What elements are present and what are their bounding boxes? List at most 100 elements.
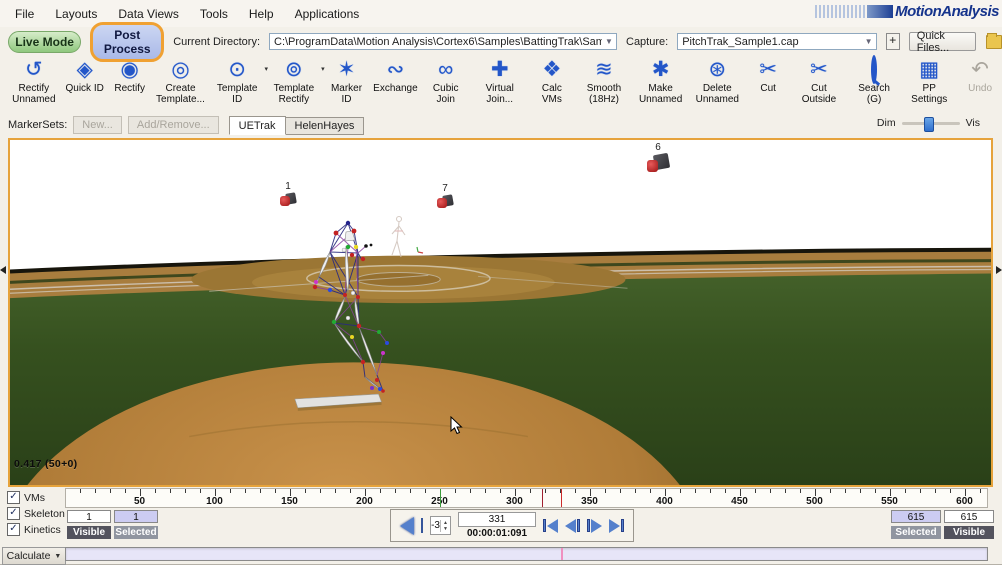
ruler-tick: [455, 489, 456, 493]
toolbar-template-id-button[interactable]: ⊙Template ID: [209, 56, 265, 106]
toolbar-rectify-button[interactable]: ◉Rectify: [108, 56, 152, 95]
range-end-field[interactable]: 615: [944, 510, 994, 523]
camera-icon: [280, 193, 296, 206]
live-mode-button[interactable]: Live Mode: [8, 31, 81, 53]
camera-7[interactable]: 7: [437, 184, 453, 208]
ruler-tick: [485, 489, 486, 493]
skeleton-checkbox[interactable]: ✓: [7, 507, 20, 520]
last-frame-button[interactable]: [609, 519, 624, 533]
toolbar-calc-vms-button[interactable]: ❖Calc VMs: [529, 56, 576, 106]
toolbar-make-unnamed-button[interactable]: ✱Make Unnamed: [633, 56, 689, 106]
toolbar-item-label: Smooth (18Hz): [578, 83, 630, 105]
toolbar-cut-button[interactable]: ✂Cut: [746, 56, 790, 95]
tab-helenhayes[interactable]: HelenHayes: [286, 117, 365, 135]
ruler-label: 100: [206, 496, 223, 507]
ruler-tick: [125, 489, 126, 493]
toolbar-create-template-button[interactable]: ◎Create Template...: [153, 56, 209, 106]
add-capture-button[interactable]: +: [886, 33, 900, 50]
camera-6[interactable]: 6: [647, 143, 669, 172]
step-back-button[interactable]: [565, 519, 580, 533]
current-directory-value: C:\ProgramData\Motion Analysis\Cortex6\S…: [274, 36, 602, 48]
dim-slider-thumb[interactable]: [924, 117, 934, 132]
toolbar-exchange-button[interactable]: ∾Exchange: [371, 56, 419, 95]
toolbar-smooth-button[interactable]: ≋Smooth (18Hz): [576, 56, 632, 106]
ruler-tick: [380, 489, 381, 493]
toolbar-cut-outside-button[interactable]: ✂Cut Outside: [791, 56, 847, 106]
ruler-tick: [575, 489, 576, 493]
toolbar-item-label: Cut Outside: [793, 83, 845, 105]
speed-spinner[interactable]: -3 ▲▼: [430, 516, 451, 535]
frame-ruler[interactable]: 50100150200250300350400450500550600: [65, 488, 988, 508]
capture-value: PitchTrak_Sample1.cap: [682, 36, 861, 48]
ruler-tick: [740, 489, 741, 496]
current-frame-field[interactable]: 331: [458, 512, 536, 527]
chevron-down-icon[interactable]: ▼: [862, 37, 876, 46]
ruler-tick: [935, 489, 936, 493]
visible-start-button[interactable]: Visible: [67, 526, 111, 539]
step-forward-button[interactable]: [587, 519, 602, 533]
toolbar-item-label: Virtual Join...: [474, 83, 526, 105]
selected-start-field[interactable]: 1: [114, 510, 158, 523]
ruler-tick: [320, 489, 321, 493]
menu-item-help[interactable]: Help: [249, 7, 274, 21]
viewport-pan-left-icon[interactable]: [0, 266, 6, 274]
logo-bar-pattern: [867, 5, 893, 18]
capture-combo[interactable]: PitchTrak_Sample1.cap ▼: [677, 33, 876, 50]
ruler-label: 550: [881, 496, 898, 507]
current-directory-combo[interactable]: C:\ProgramData\Motion Analysis\Cortex6\S…: [269, 33, 617, 50]
skeleton-checkbox-row: ✓ Skeleton: [7, 507, 65, 520]
vms-checkbox[interactable]: ✓: [7, 491, 20, 504]
toolbar-quick-id-button[interactable]: ◈Quick ID: [63, 56, 107, 95]
toolbar-virtual-join-button[interactable]: ✚Virtual Join...: [472, 56, 528, 106]
ruler-tick: [245, 489, 246, 493]
menu-item-data-views[interactable]: Data Views: [118, 7, 178, 21]
toolbar-cubic-join-button[interactable]: ∞Cubic Join: [421, 56, 471, 106]
toolbar-search-button[interactable]: Search (G): [848, 56, 901, 106]
toolbar-template-rectify-button[interactable]: ⊚Template Rectify: [266, 56, 322, 106]
dim-label: Dim: [877, 117, 896, 129]
ruler-tick: [395, 489, 396, 493]
menu-item-applications[interactable]: Applications: [295, 7, 360, 21]
ruler-tick: [80, 489, 81, 493]
spinner-arrows-icon[interactable]: ▲▼: [440, 520, 450, 532]
visible-end-button[interactable]: Visible: [944, 526, 994, 539]
current-frame-indicator[interactable]: [561, 489, 562, 507]
selected-end-button[interactable]: Selected: [891, 526, 941, 539]
ruler-tick: [470, 489, 471, 493]
open-folder-icon[interactable]: [986, 35, 1002, 49]
kinetics-checkbox[interactable]: ✓: [7, 523, 20, 536]
toolbar-rectify-unnamed-button[interactable]: ↺Rectify Unnamed: [6, 56, 62, 106]
chevron-down-icon[interactable]: ▼: [602, 37, 616, 46]
markersets-row: MarkerSets: New... Add/Remove... UETrak …: [0, 112, 1002, 138]
delete-unnamed-icon: ⊛: [708, 57, 726, 83]
markersets-new-button: New...: [73, 116, 122, 134]
play-reverse-button[interactable]: [400, 517, 414, 535]
calculate-button[interactable]: Calculate ▼: [2, 547, 66, 565]
template-rectify-icon: ⊚: [285, 57, 303, 83]
menu-item-layouts[interactable]: Layouts: [55, 7, 97, 21]
selected-start-button[interactable]: Selected: [114, 526, 158, 539]
calc-progress-bar[interactable]: [65, 547, 988, 561]
stop-button[interactable]: [421, 518, 423, 533]
toolbar-delete-unnamed-button[interactable]: ⊛Delete Unnamed: [689, 56, 745, 106]
cut-icon: ✂: [759, 57, 777, 83]
first-frame-button[interactable]: [543, 519, 558, 533]
ruler-tick: [905, 489, 906, 493]
ruler-marker-red: [542, 489, 543, 507]
quick-files-button[interactable]: Quick Files...: [909, 32, 976, 51]
skeleton-figure[interactable]: [303, 213, 438, 408]
viewport-pan-right-icon[interactable]: [996, 266, 1002, 274]
range-start-field[interactable]: 1: [67, 510, 111, 523]
toolbar-pp-settings-button[interactable]: ▦PP Settings: [901, 56, 957, 106]
menu-item-file[interactable]: File: [15, 7, 34, 21]
menu-item-tools[interactable]: Tools: [200, 7, 228, 21]
vms-checkbox-row: ✓ VMs: [7, 491, 45, 504]
ruler-label: 500: [806, 496, 823, 507]
tab-uetrak[interactable]: UETrak: [229, 116, 286, 135]
camera-1[interactable]: 1: [280, 182, 296, 206]
dim-slider[interactable]: [902, 122, 960, 125]
viewport-3d[interactable]: 1 7 6 0.417 (50+0): [8, 138, 993, 487]
ruler-tick: [710, 489, 711, 493]
toolbar-marker-id-button[interactable]: ✶Marker ID: [323, 56, 371, 106]
selected-end-field[interactable]: 615: [891, 510, 941, 523]
